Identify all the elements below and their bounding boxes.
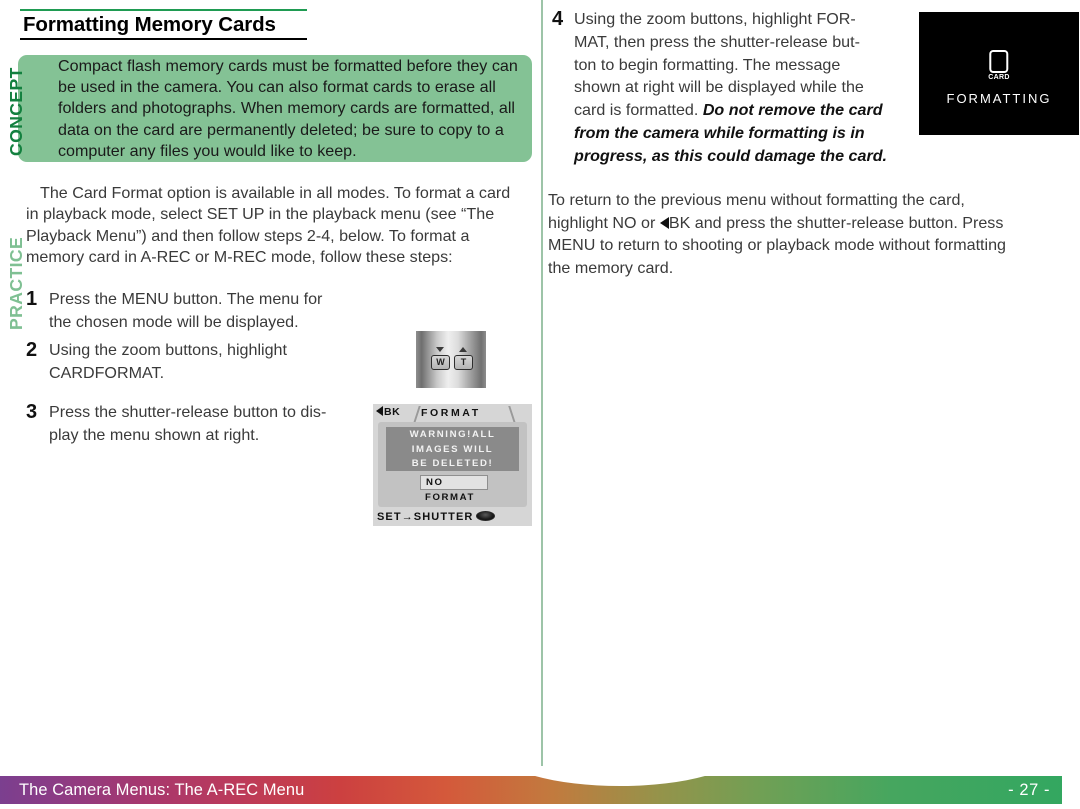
concept-line: data on the card are permanently deleted… <box>58 120 504 139</box>
memory-card-icon: CARD <box>988 50 1009 81</box>
footer-page-number: - 27 - <box>1008 781 1050 799</box>
lcd-warning-box: WARNING!ALL IMAGES WILL BE DELETED! <box>386 427 519 471</box>
zoom-wide-button: W <box>431 355 450 370</box>
right-column: 4 Using the zoom buttons, highlight FOR-… <box>548 0 1080 766</box>
tab-edge-left <box>413 406 421 423</box>
step-3: 3 Press the shutter-release button to di… <box>26 401 406 446</box>
step-line: the chosen mode will be displayed. <box>49 312 299 331</box>
step-line: shown at right will be displayed while t… <box>574 78 864 97</box>
lcd-choice-format: FORMAT <box>425 492 475 503</box>
title-rule-bottom <box>20 37 307 41</box>
step-body: Using the zoom buttons, highlight CARDFO… <box>49 339 406 384</box>
sidebar-tag-practice: PRACTICE <box>6 236 26 330</box>
page-title: Formatting Memory Cards <box>23 13 276 36</box>
step-number: 1 <box>26 288 38 310</box>
lcd-format-menu-screenshot: BK FORMAT WARNING!ALL IMAGES WILL BE DEL… <box>373 404 532 526</box>
step-line-emphasis: Do not remove the card <box>702 101 883 120</box>
concept-text: Compact flash memory cards must be forma… <box>58 56 526 162</box>
step-line: card is formatted. Do not remove the car… <box>574 99 902 122</box>
sidebar-tag-concept: CONCEPT <box>6 67 26 156</box>
concept-line: computer any files you would like to kee… <box>58 141 357 160</box>
page-title-block: Formatting Memory Cards <box>20 9 307 41</box>
closing-paragraph: To return to the previous menu without f… <box>548 189 1072 279</box>
step-number: 2 <box>26 339 38 361</box>
step-line: play the menu shown at right. <box>49 425 260 444</box>
back-text: BK <box>384 406 401 418</box>
step-line: CARDFORMAT. <box>49 363 165 382</box>
step-line: ton to begin formatting. The message <box>574 55 841 74</box>
zoom-buttons-photo: W T <box>416 331 486 388</box>
concept-line: folders and photographs. When memory car… <box>58 99 516 118</box>
lcd-tab-title: FORMAT <box>421 407 481 419</box>
step-line: MAT, then press the shutter-release but- <box>574 32 860 51</box>
practice-intro-line: memory card in A-REC or M-REC mode, foll… <box>26 248 453 267</box>
step-line-emphasis: progress, as this could damage the card. <box>574 146 888 165</box>
paragraph-text: BK and press the shutter-release button.… <box>668 213 1004 232</box>
warning-line: IMAGES WILL <box>411 443 494 455</box>
step-line-plain: card is formatted. <box>574 101 703 120</box>
concept-line: Compact flash memory cards must be forma… <box>58 57 518 75</box>
practice-intro-line: The Card Format option is available in a… <box>40 184 511 202</box>
paragraph-line: the memory card. <box>548 258 674 277</box>
zoom-tele-button: T <box>454 355 473 370</box>
zoom-out-arrow-icon <box>436 347 444 352</box>
step-body: Press the MENU button. The menu for the … <box>49 288 406 333</box>
concept-line: be used in the camera. You can also form… <box>58 78 496 97</box>
zoom-in-arrow-icon <box>459 347 467 352</box>
step-line: Press the MENU button. The menu for <box>49 290 323 308</box>
step-line: Using the zoom buttons, highlight FOR- <box>574 10 856 28</box>
lcd-panel: WARNING!ALL IMAGES WILL BE DELETED! NO F… <box>378 422 527 507</box>
warning-line: BE DELETED! <box>411 458 494 469</box>
page-footer: The Camera Menus: The A-REC Menu - 27 - <box>0 776 1062 804</box>
left-column: Formatting Memory Cards Compact flash me… <box>0 0 541 766</box>
lcd-tab-bar: BK FORMAT <box>373 404 532 423</box>
step-line-emphasis: from the camera while formatting is in <box>574 123 865 142</box>
paragraph-text: highlight NO or <box>548 213 660 232</box>
card-icon-label: CARD <box>988 74 1010 81</box>
card-icon-shape <box>989 50 1009 73</box>
step-4: 4 Using the zoom buttons, highlight FOR-… <box>552 8 902 168</box>
tab-edge-right <box>508 406 516 423</box>
practice-intro-text: The Card Format option is available in a… <box>26 183 532 269</box>
step-body: Using the zoom buttons, highlight FOR- M… <box>574 8 902 168</box>
shutter-button-icon <box>476 511 496 521</box>
lcd-footer-hint: SET→SHUTTER <box>373 509 532 526</box>
paragraph-line: To return to the previous menu without f… <box>548 191 965 209</box>
lcd-back-label: BK <box>376 406 400 418</box>
back-triangle-icon <box>659 216 669 229</box>
lcd-footer-text: SET→SHUTTER <box>377 511 474 523</box>
manual-page: Formatting Memory Cards Compact flash me… <box>0 0 1080 809</box>
step-2: 2 Using the zoom buttons, highlight CARD… <box>26 339 406 384</box>
step-number: 4 <box>552 8 564 30</box>
paragraph-line: MENU to return to shooting or playback m… <box>548 236 1006 255</box>
practice-intro-line: in playback mode, select SET UP in the p… <box>26 205 495 224</box>
practice-intro-line: Playback Menu”) and then follow steps 2-… <box>26 226 470 245</box>
column-divider <box>541 0 543 766</box>
step-line: Press the shutter-release button to dis- <box>49 403 327 421</box>
paragraph-line: highlight NO or BK and press the shutter… <box>548 212 1072 235</box>
footer-section-title: The Camera Menus: The A-REC Menu <box>19 781 305 799</box>
step-line: Using the zoom buttons, highlight <box>49 341 287 359</box>
step-1: 1 Press the MENU button. The menu for th… <box>26 288 406 333</box>
step-body: Press the shutter-release button to dis-… <box>49 401 406 446</box>
lcd-formatting-screenshot: CARD FORMATTING <box>919 12 1079 135</box>
lcd-choice-no-selected: NO <box>420 475 488 490</box>
warning-line: WARNING!ALL <box>409 429 496 440</box>
concept-callout-box: Compact flash memory cards must be forma… <box>18 55 532 162</box>
back-triangle-icon <box>376 406 383 416</box>
step-number: 3 <box>26 401 38 423</box>
formatting-status-text: FORMATTING <box>946 91 1052 106</box>
